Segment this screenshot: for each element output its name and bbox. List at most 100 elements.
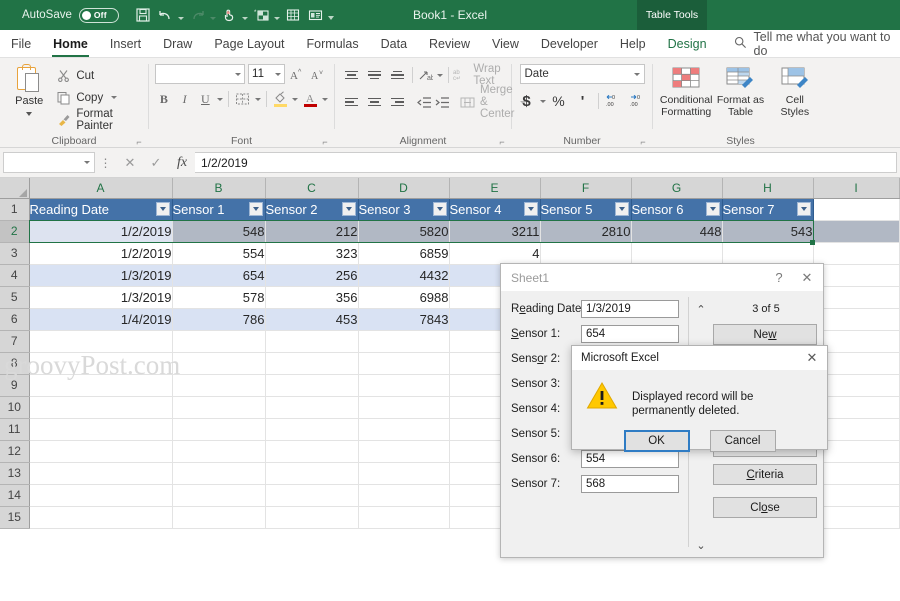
new-record-button[interactable]: Ne w [713, 324, 817, 345]
table-column-header-reading-date[interactable]: Reading Date [29, 198, 173, 221]
copy-dropdown-icon[interactable] [111, 96, 118, 99]
row-header-4[interactable]: 4 [0, 264, 30, 287]
autosave-toggle[interactable]: Off [78, 7, 119, 23]
filter-dropdown-icon[interactable] [614, 201, 629, 216]
ok-button[interactable]: OK [623, 430, 690, 452]
cell-a3[interactable]: 1/2/2019 [29, 242, 173, 265]
cell-c13[interactable] [265, 462, 359, 485]
cell-c10[interactable] [265, 396, 359, 419]
customize-icon[interactable] [327, 4, 336, 26]
close-button[interactable]: Cl o se [713, 497, 817, 518]
cell-b15[interactable] [172, 506, 266, 529]
cell-b5[interactable]: 578 [172, 286, 266, 309]
cell-c14[interactable] [265, 484, 359, 507]
cell-i6[interactable] [813, 308, 900, 331]
cell-b13[interactable] [172, 462, 266, 485]
chevron-up-icon[interactable]: ⌃ [691, 303, 711, 316]
cell-d5[interactable]: 6988 [358, 286, 450, 309]
confirmation-dialog[interactable]: Microsoft Excel ✕ Displayed record will … [571, 345, 828, 452]
table-column-header-sensor-6[interactable]: Sensor 6 [631, 198, 723, 221]
table-column-header-sensor-3[interactable]: Sensor 3 [358, 198, 450, 221]
cell-f3[interactable] [540, 242, 632, 265]
align-center-button[interactable] [364, 92, 384, 113]
orientation-dropdown-icon[interactable] [436, 73, 443, 77]
column-header-g[interactable]: G [631, 178, 723, 199]
filter-dropdown-icon[interactable] [341, 201, 356, 216]
field-input-sensor-6[interactable]: 554 [581, 450, 679, 468]
cell-b12[interactable] [172, 440, 266, 463]
shrink-font-button[interactable]: A ˅ [309, 64, 328, 85]
font-size-input[interactable]: 11 [248, 64, 285, 84]
autosave-control[interactable]: AutoSave Off [22, 7, 119, 23]
column-header-a[interactable]: A [29, 178, 173, 199]
close-icon[interactable]: ✕ [797, 346, 827, 370]
align-left-button[interactable] [341, 92, 361, 113]
format-painter-button[interactable]: Format Painter [56, 108, 142, 132]
tab-file[interactable]: File [0, 31, 42, 57]
tab-help[interactable]: Help [609, 31, 657, 57]
filter-dropdown-icon[interactable] [523, 201, 538, 216]
cell-b8[interactable] [172, 352, 266, 375]
cell-c2[interactable]: 212 [265, 220, 359, 243]
cell-d4[interactable]: 4432 [358, 264, 450, 287]
help-button[interactable]: ? [765, 265, 793, 291]
cell-g2[interactable]: 448 [631, 220, 723, 243]
tab-formulas[interactable]: Formulas [296, 31, 370, 57]
column-header-b[interactable]: B [172, 178, 266, 199]
row-header-13[interactable]: 13 [0, 462, 30, 485]
clipboard-dialog-launcher[interactable]: ⌐ [134, 137, 144, 147]
cell-a5[interactable]: 1/3/2019 [29, 286, 173, 309]
form-icon[interactable] [305, 4, 326, 26]
tab-insert[interactable]: Insert [99, 31, 152, 57]
align-right-button[interactable] [387, 92, 407, 113]
currency-dropdown-icon[interactable] [539, 99, 546, 103]
row-header-1[interactable]: 1 [0, 198, 30, 221]
cell-a2[interactable]: 1/2/2019 [29, 220, 173, 243]
alignment-dialog-launcher[interactable]: ⌐ [497, 137, 507, 147]
cell-b2[interactable]: 548 [172, 220, 266, 243]
cell-i1[interactable] [813, 198, 900, 221]
row-header-11[interactable]: 11 [0, 418, 30, 441]
cell-b7[interactable] [172, 330, 266, 353]
number-dialog-launcher[interactable]: ⌐ [638, 137, 648, 147]
row-header-10[interactable]: 10 [0, 396, 30, 419]
copy-button[interactable]: Copy [56, 89, 142, 107]
cell-d11[interactable] [358, 418, 450, 441]
cell-i13[interactable] [813, 462, 900, 485]
tab-home[interactable]: Home [42, 31, 99, 57]
grow-font-button[interactable]: A ^ [288, 64, 307, 85]
insert-dropdown-icon[interactable] [273, 4, 282, 26]
cell-i4[interactable] [813, 264, 900, 287]
comma-style-button[interactable]: ' [572, 91, 594, 112]
cell-g3[interactable] [631, 242, 723, 265]
chevron-down-icon[interactable]: ⌄ [691, 539, 711, 552]
row-header-12[interactable]: 12 [0, 440, 30, 463]
cell-c15[interactable] [265, 506, 359, 529]
italic-button[interactable]: I [176, 89, 194, 110]
cell-b14[interactable] [172, 484, 266, 507]
cancel-button[interactable]: Cancel [709, 430, 776, 452]
fx-icon[interactable]: fx [169, 152, 195, 174]
cell-f2[interactable]: 2810 [540, 220, 632, 243]
column-header-c[interactable]: C [265, 178, 359, 199]
undo-icon[interactable] [155, 4, 176, 26]
cell-i3[interactable] [813, 242, 900, 265]
cell-i5[interactable] [813, 286, 900, 309]
bold-button[interactable]: B [155, 89, 173, 110]
table-column-header-sensor-2[interactable]: Sensor 2 [265, 198, 359, 221]
currency-button[interactable]: $ [516, 91, 538, 112]
cell-h3[interactable] [722, 242, 814, 265]
cell-i14[interactable] [813, 484, 900, 507]
cell-b4[interactable]: 654 [172, 264, 266, 287]
align-bottom-button[interactable] [387, 65, 407, 86]
cell-a6[interactable]: 1/4/2019 [29, 308, 173, 331]
cell-b3[interactable]: 554 [172, 242, 266, 265]
cell-i15[interactable] [813, 506, 900, 529]
cell-a11[interactable] [29, 418, 173, 441]
row-header-15[interactable]: 15 [0, 506, 30, 529]
font-color-dropdown-icon[interactable] [322, 97, 329, 101]
wrap-text-button[interactable]: ab c↵ Wrap Text [453, 63, 505, 87]
conditional-formatting-button[interactable]: Conditional Formatting [659, 63, 713, 133]
cell-d9[interactable] [358, 374, 450, 397]
tab-page-layout[interactable]: Page Layout [203, 31, 295, 57]
